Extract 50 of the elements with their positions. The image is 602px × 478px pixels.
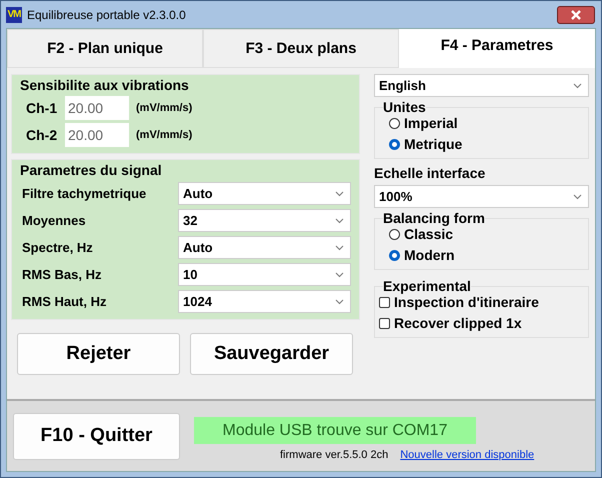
unit-label: (mV/mm/s) bbox=[136, 129, 192, 141]
group-title: Experimental bbox=[383, 278, 471, 294]
quit-button[interactable]: F10 - Quitter bbox=[13, 412, 180, 460]
sensitivity-field[interactable]: 20.00 bbox=[65, 123, 129, 147]
language-dropdown[interactable]: English bbox=[374, 74, 589, 97]
group-title: Parametres du signal bbox=[20, 162, 163, 178]
parameter-dropdown[interactable]: 1024 bbox=[178, 290, 351, 313]
radio-option[interactable]: Metrique bbox=[389, 136, 582, 152]
caret-icon bbox=[335, 272, 344, 278]
close-button[interactable] bbox=[557, 6, 595, 24]
action-button[interactable]: Rejeter bbox=[17, 333, 180, 375]
checkbox-option[interactable]: Inspection d'itineraire bbox=[379, 294, 582, 310]
tab[interactable]: F4 - Parametres bbox=[399, 29, 595, 68]
close-icon bbox=[570, 10, 582, 20]
firmware-version: firmware ver.5.5.0 2ch bbox=[280, 449, 388, 461]
parameter-label: Spectre, Hz bbox=[21, 240, 94, 255]
group-title: Balancing form bbox=[383, 210, 485, 226]
parameter-label: RMS Bas, Hz bbox=[21, 267, 102, 282]
caret-icon bbox=[335, 190, 344, 196]
window-title: Equilibreuse portable v2.3.0.0 bbox=[27, 8, 187, 22]
channel-label: Ch-2 bbox=[25, 127, 58, 143]
caret-icon bbox=[573, 194, 582, 200]
action-button[interactable]: Sauvegarder bbox=[190, 333, 353, 375]
update-link[interactable]: Nouvelle version disponible bbox=[400, 449, 534, 461]
parameter-dropdown[interactable]: Auto bbox=[178, 236, 351, 259]
radio-option[interactable]: Modern bbox=[389, 247, 582, 263]
tab[interactable]: F3 - Deux plans bbox=[203, 29, 399, 68]
tab[interactable]: F2 - Plan unique bbox=[7, 29, 203, 68]
scale-label: Echelle interface bbox=[374, 165, 486, 181]
parameter-dropdown[interactable]: 10 bbox=[178, 263, 351, 286]
checkbox-option[interactable]: Recover clipped 1x bbox=[379, 315, 582, 331]
status-message: Module USB trouve sur COM17 bbox=[194, 417, 476, 444]
parameter-label: Filtre tachymetrique bbox=[21, 186, 148, 201]
group-title: Sensibilite aux vibrations bbox=[20, 77, 190, 93]
app-logo: VM bbox=[6, 6, 22, 22]
parameter-dropdown[interactable]: Auto bbox=[178, 182, 351, 205]
unit-label: (mV/mm/s) bbox=[136, 102, 192, 114]
sensitivity-field[interactable]: 20.00 bbox=[65, 96, 129, 120]
channel-label: Ch-1 bbox=[25, 100, 58, 116]
caret-icon bbox=[335, 298, 344, 304]
parameter-label: Moyennes bbox=[21, 213, 87, 228]
parameter-label: RMS Haut, Hz bbox=[21, 294, 108, 309]
scale-dropdown[interactable]: 100% bbox=[374, 185, 589, 208]
caret-icon bbox=[573, 82, 582, 88]
radio-option[interactable]: Classic bbox=[389, 226, 582, 242]
radio-option[interactable]: Imperial bbox=[389, 115, 582, 131]
caret-icon bbox=[335, 244, 344, 250]
caret-icon bbox=[335, 218, 344, 224]
parameter-dropdown[interactable]: 32 bbox=[178, 209, 351, 232]
group-title: Unites bbox=[383, 99, 426, 115]
